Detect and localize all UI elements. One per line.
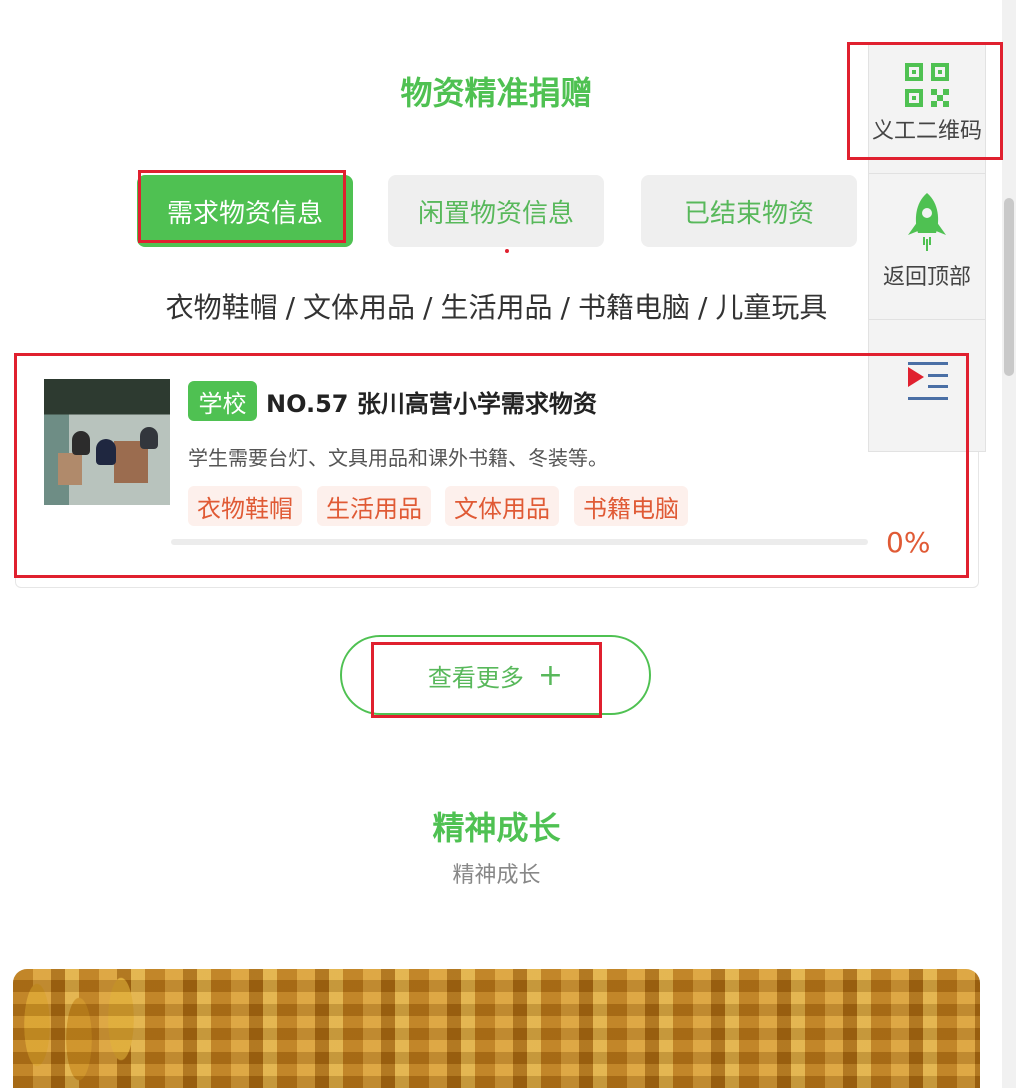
progress-bar bbox=[171, 539, 868, 545]
tab-finished-supplies[interactable]: 已结束物资 bbox=[641, 175, 857, 247]
scrollbar-track[interactable] bbox=[1002, 0, 1016, 1088]
back-to-top-label: 返回顶部 bbox=[882, 265, 971, 290]
tab-idle-supplies[interactable]: 闲置物资信息 bbox=[388, 175, 604, 247]
category-daily-goods[interactable]: 生活用品 bbox=[440, 291, 552, 324]
category-books-computers[interactable]: 书籍电脑 bbox=[578, 291, 690, 324]
section-title-growth: 精神成长 bbox=[432, 809, 561, 847]
category-clothing[interactable]: 衣物鞋帽 bbox=[166, 291, 278, 324]
card-description: 学生需要台灯、文具用品和课外书籍、冬装等。 bbox=[188, 446, 608, 470]
category-stationery[interactable]: 文体用品 bbox=[303, 291, 415, 324]
qr-code-label: 义工二维码 bbox=[871, 119, 982, 144]
section-title-donation: 物资精准捐赠 bbox=[400, 74, 593, 112]
type-badge: 学校 bbox=[188, 381, 257, 421]
rocket-icon bbox=[908, 193, 946, 251]
tab-needed-supplies[interactable]: 需求物资信息 bbox=[137, 175, 353, 247]
category-separator: / bbox=[697, 291, 708, 324]
indicator-dot bbox=[505, 249, 509, 253]
qr-code-button[interactable]: 义工二维码 bbox=[869, 63, 985, 145]
back-to-top-button[interactable]: 返回顶部 bbox=[869, 191, 985, 291]
card-tag: 文体用品 bbox=[445, 486, 559, 526]
menu-toggle-button[interactable] bbox=[869, 361, 985, 401]
category-toys[interactable]: 儿童玩具 bbox=[715, 291, 827, 324]
card-tag: 生活用品 bbox=[317, 486, 431, 526]
view-more-button[interactable]: 查看更多 + bbox=[340, 635, 651, 715]
section-subtitle-growth: 精神成长 bbox=[452, 863, 541, 888]
category-filter: 衣物鞋帽 / 文体用品 / 生活用品 / 书籍电脑 / 儿童玩具 bbox=[0, 286, 993, 326]
category-separator: / bbox=[560, 291, 570, 324]
card-tag: 衣物鞋帽 bbox=[188, 486, 302, 526]
scrollbar-thumb[interactable] bbox=[1004, 198, 1014, 376]
growth-banner-image[interactable] bbox=[13, 969, 980, 1088]
card-tag: 书籍电脑 bbox=[574, 486, 688, 526]
school-classroom-photo[interactable] bbox=[44, 379, 170, 505]
category-separator: / bbox=[423, 291, 433, 324]
floating-side-panel: 义工二维码 返回顶部 bbox=[868, 42, 986, 452]
progress-percent: 0% bbox=[886, 526, 931, 559]
view-more-label: 查看更多 bbox=[427, 663, 524, 692]
card-title[interactable]: NO.57 张川高营小学需求物资 bbox=[266, 384, 597, 419]
supply-card[interactable]: 学校 NO.57 张川高营小学需求物资 学生需要台灯、文具用品和课外书籍、冬装等… bbox=[15, 353, 979, 588]
category-separator: / bbox=[285, 291, 296, 324]
menu-toggle-icon bbox=[908, 362, 948, 400]
qr-code-icon bbox=[905, 63, 949, 107]
plus-icon: + bbox=[537, 657, 564, 693]
